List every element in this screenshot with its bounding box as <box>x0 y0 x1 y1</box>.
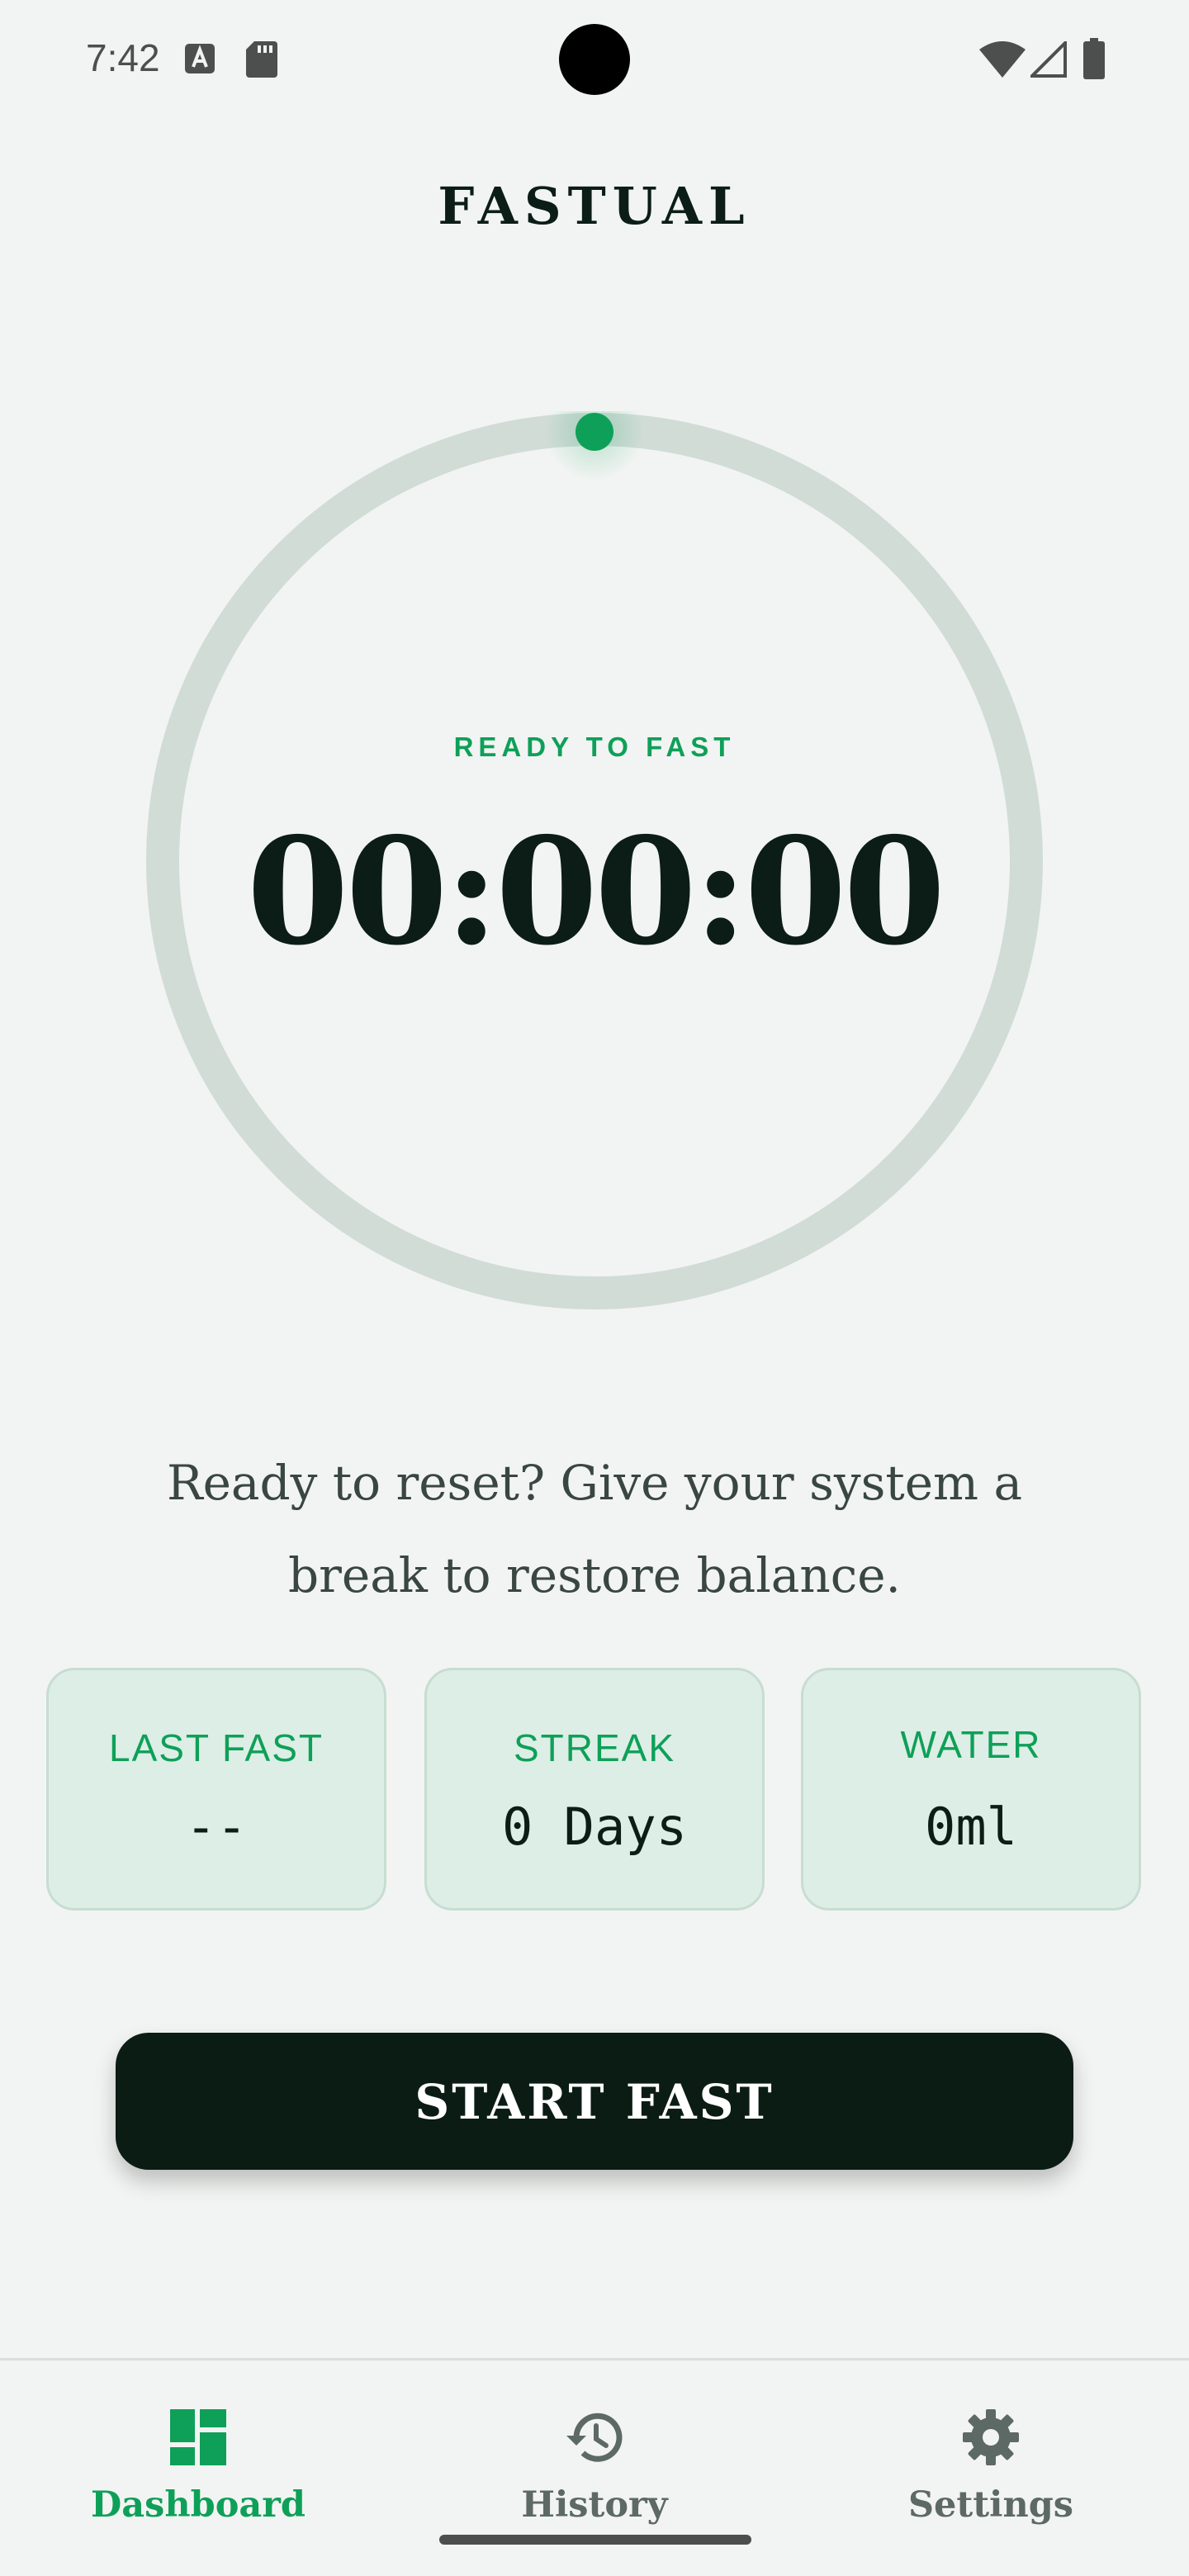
wifi-icon <box>979 41 1026 78</box>
timer-progress-dot <box>576 413 613 451</box>
last-fast-card: LAST FAST -- <box>46 1668 386 1911</box>
timer-status-label: READY TO FAST <box>453 732 736 762</box>
start-fast-label: START FAST <box>414 2074 775 2130</box>
streak-value: 0 Days <box>502 1797 687 1857</box>
nav-label-history: History <box>521 2484 668 2526</box>
a-notification-icon <box>185 44 215 73</box>
camera-cutout <box>559 24 630 95</box>
streak-card: STREAK 0 Days <box>424 1668 765 1911</box>
status-bar: 7:42 <box>0 0 1189 116</box>
history-icon <box>566 2413 623 2462</box>
timer-value: 00:00:00 <box>246 805 946 978</box>
streak-label: STREAK <box>513 1726 676 1769</box>
nav-item-settings[interactable]: Settings <box>793 2361 1189 2576</box>
water-value: 0ml <box>925 1797 1017 1857</box>
nav-item-dashboard[interactable]: Dashboard <box>0 2361 396 2576</box>
status-time: 7:42 <box>86 36 160 79</box>
home-indicator[interactable] <box>439 2535 751 2545</box>
dashboard-icon <box>170 2409 226 2465</box>
water-label: WATER <box>900 1723 1042 1766</box>
nav-label-settings: Settings <box>907 2484 1073 2526</box>
settings-icon <box>963 2409 1019 2465</box>
motivation-message: Ready to reset? Give your system a break… <box>166 1455 1023 1603</box>
app-title: FASTUAL <box>438 176 751 236</box>
water-card[interactable]: WATER 0ml <box>801 1668 1141 1911</box>
sd-card-icon <box>246 41 277 78</box>
last-fast-value: -- <box>185 1797 248 1857</box>
start-fast-button[interactable]: START FAST <box>116 2033 1073 2170</box>
cell-signal-icon <box>1030 41 1067 78</box>
nav-label-dashboard: Dashboard <box>91 2484 306 2526</box>
battery-icon <box>1083 38 1105 79</box>
last-fast-label: LAST FAST <box>108 1726 324 1769</box>
